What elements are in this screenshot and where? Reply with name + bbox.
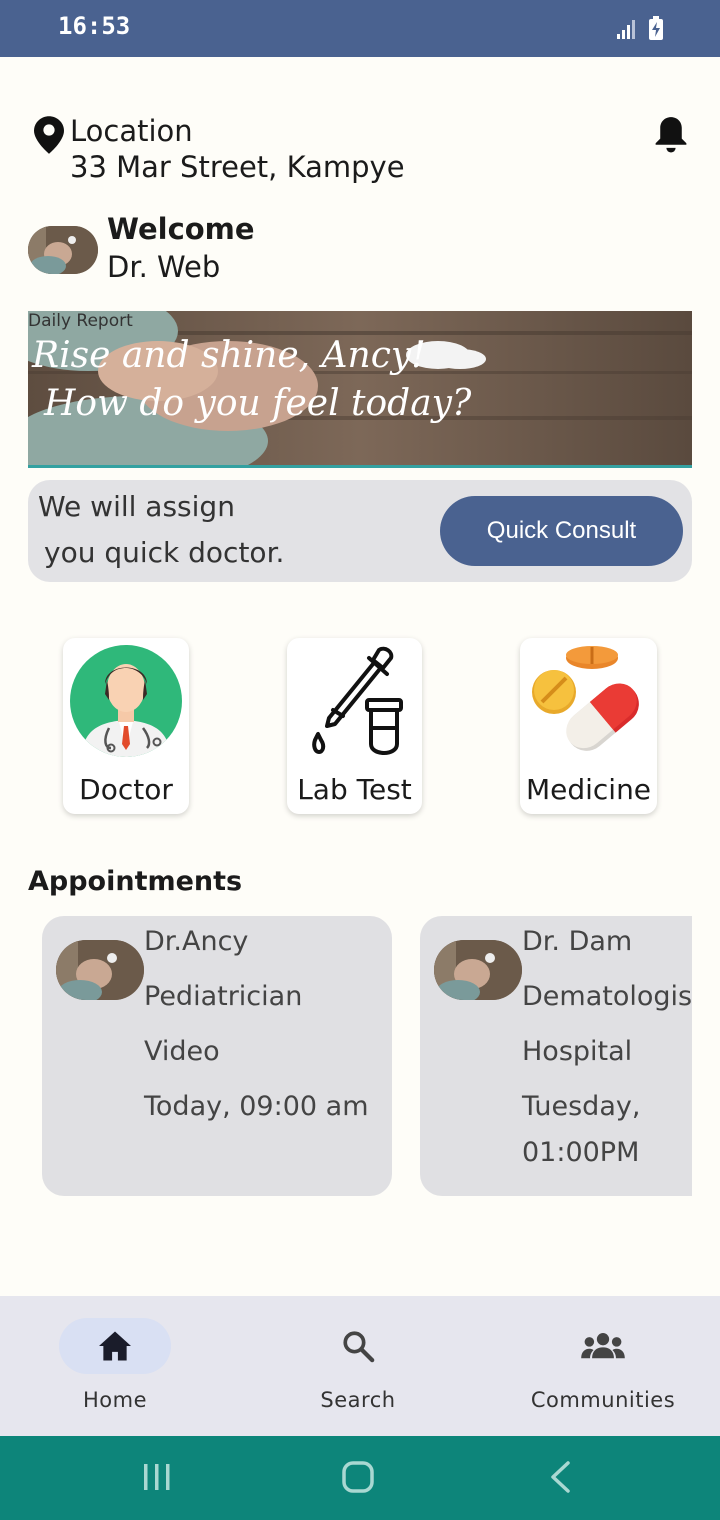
- doctor-avatar: [434, 940, 522, 1000]
- status-bar: 16:53: [0, 0, 720, 57]
- search-icon: [343, 1331, 375, 1363]
- appointment-specialty: Dematologist: [522, 981, 692, 1012]
- appointment-card[interactable]: Dr. Dam Dematologist Hospital Tuesday, 0…: [420, 916, 692, 1196]
- location-address[interactable]: 33 Mar Street, Kampye: [70, 150, 405, 184]
- notification-bell-icon[interactable]: [652, 114, 690, 154]
- bottom-navigation: Home Search Communities: [0, 1296, 720, 1436]
- doctor-icon: [70, 645, 182, 757]
- appointment-mode: Video: [144, 1036, 220, 1067]
- appointments-title: Appointments: [28, 866, 243, 897]
- nav-item-home[interactable]: Home: [40, 1296, 190, 1436]
- appointment-time: Today, 09:00 am: [144, 1091, 369, 1122]
- category-medicine-label: Medicine: [525, 773, 652, 806]
- system-navigation-bar: [0, 1436, 720, 1520]
- location-label: Location: [70, 114, 193, 148]
- appointments-carousel[interactable]: Dr.Ancy Pediatrician Video Today, 09:00 …: [28, 916, 692, 1196]
- consult-text-line1: We will assign: [38, 490, 235, 523]
- status-icons: [616, 16, 664, 40]
- nav-search-label: Search: [320, 1388, 396, 1412]
- quick-consult-button[interactable]: Quick Consult: [440, 496, 683, 566]
- recent-apps-icon[interactable]: [142, 1462, 172, 1492]
- nav-item-communities[interactable]: Communities: [518, 1296, 688, 1436]
- welcome-name: Dr. Web: [107, 250, 221, 284]
- quick-consult-card: We will assign you quick doctor. Quick C…: [28, 480, 692, 582]
- banner-small-label: Daily Report: [28, 311, 133, 331]
- category-doctor-card[interactable]: Doctor: [63, 638, 189, 814]
- medicine-pills-icon: [532, 646, 639, 751]
- appointment-specialty: Pediatrician: [144, 981, 303, 1012]
- appointment-time-continued: 01:00PM: [522, 1137, 640, 1168]
- welcome-avatar[interactable]: [28, 226, 98, 274]
- lab-test-icon: [312, 646, 403, 755]
- nav-communities-label: Communities: [530, 1388, 676, 1412]
- nav-search-indicator: [302, 1318, 414, 1374]
- doctor-avatar: [56, 940, 144, 1000]
- nav-home-indicator: [59, 1318, 171, 1374]
- consult-text-line2: you quick doctor.: [44, 536, 285, 569]
- welcome-title: Welcome: [107, 212, 255, 246]
- banner-greeting: Rise and shine, Ancy!: [32, 335, 426, 376]
- groups-icon: [581, 1333, 625, 1359]
- appointment-doctor-name: Dr. Dam: [522, 926, 633, 957]
- appointment-card[interactable]: Dr.Ancy Pediatrician Video Today, 09:00 …: [42, 916, 392, 1196]
- nav-home-label: Home: [82, 1388, 147, 1412]
- location-pin-icon: [34, 116, 64, 154]
- daily-report-banner[interactable]: Daily Report Rise and shine, Ancy! How d…: [28, 311, 692, 468]
- category-medicine-card[interactable]: Medicine: [520, 638, 657, 814]
- nav-item-search[interactable]: Search: [283, 1296, 433, 1436]
- appointment-mode: Hospital: [522, 1036, 633, 1067]
- home-system-icon[interactable]: [341, 1460, 375, 1494]
- category-lab-test-card[interactable]: Lab Test: [287, 638, 422, 814]
- category-lab-test-label: Lab Test: [297, 773, 412, 806]
- signal-icon: [617, 20, 635, 39]
- appointment-doctor-name: Dr.Ancy: [144, 926, 249, 957]
- banner-question: How do you feel today?: [44, 383, 472, 424]
- nav-communities-indicator: [547, 1318, 659, 1374]
- category-doctor-label: Doctor: [79, 773, 173, 806]
- status-time: 16:53: [58, 12, 131, 40]
- home-icon: [99, 1331, 131, 1361]
- appointment-time: Tuesday,: [522, 1091, 641, 1122]
- battery-icon: [649, 16, 663, 40]
- back-icon[interactable]: [548, 1460, 572, 1494]
